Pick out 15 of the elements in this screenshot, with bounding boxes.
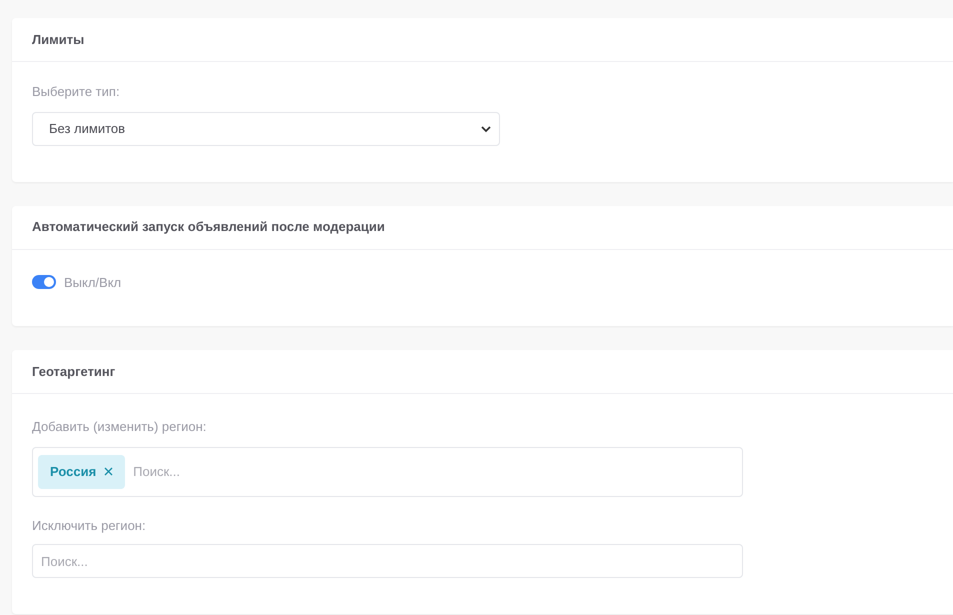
card-title: Лимиты: [32, 30, 84, 49]
search-field[interactable]: Поиск...: [133, 462, 737, 482]
toggle-label: Выкл/Вкл: [64, 274, 122, 292]
card-title: Геотаргетинг: [32, 362, 116, 381]
card-title: Автоматический запуск объявлений после модерации: [32, 218, 385, 236]
toggle-switch[interactable]: [32, 275, 56, 290]
region-input[interactable]: Россия Поиск...: [32, 446, 743, 496]
close-icon[interactable]: [104, 467, 114, 476]
chevron-down-icon: [481, 124, 491, 132]
type-select[interactable]: Без лимитов: [32, 112, 500, 146]
field-label: Добавить (изменить) регион:: [32, 418, 208, 436]
field-label: Исключить регион:: [32, 516, 147, 535]
region-tag[interactable]: Россия: [38, 454, 126, 488]
search-field[interactable]: Поиск...: [32, 544, 743, 578]
field-label: Выберите тип:: [32, 83, 121, 101]
